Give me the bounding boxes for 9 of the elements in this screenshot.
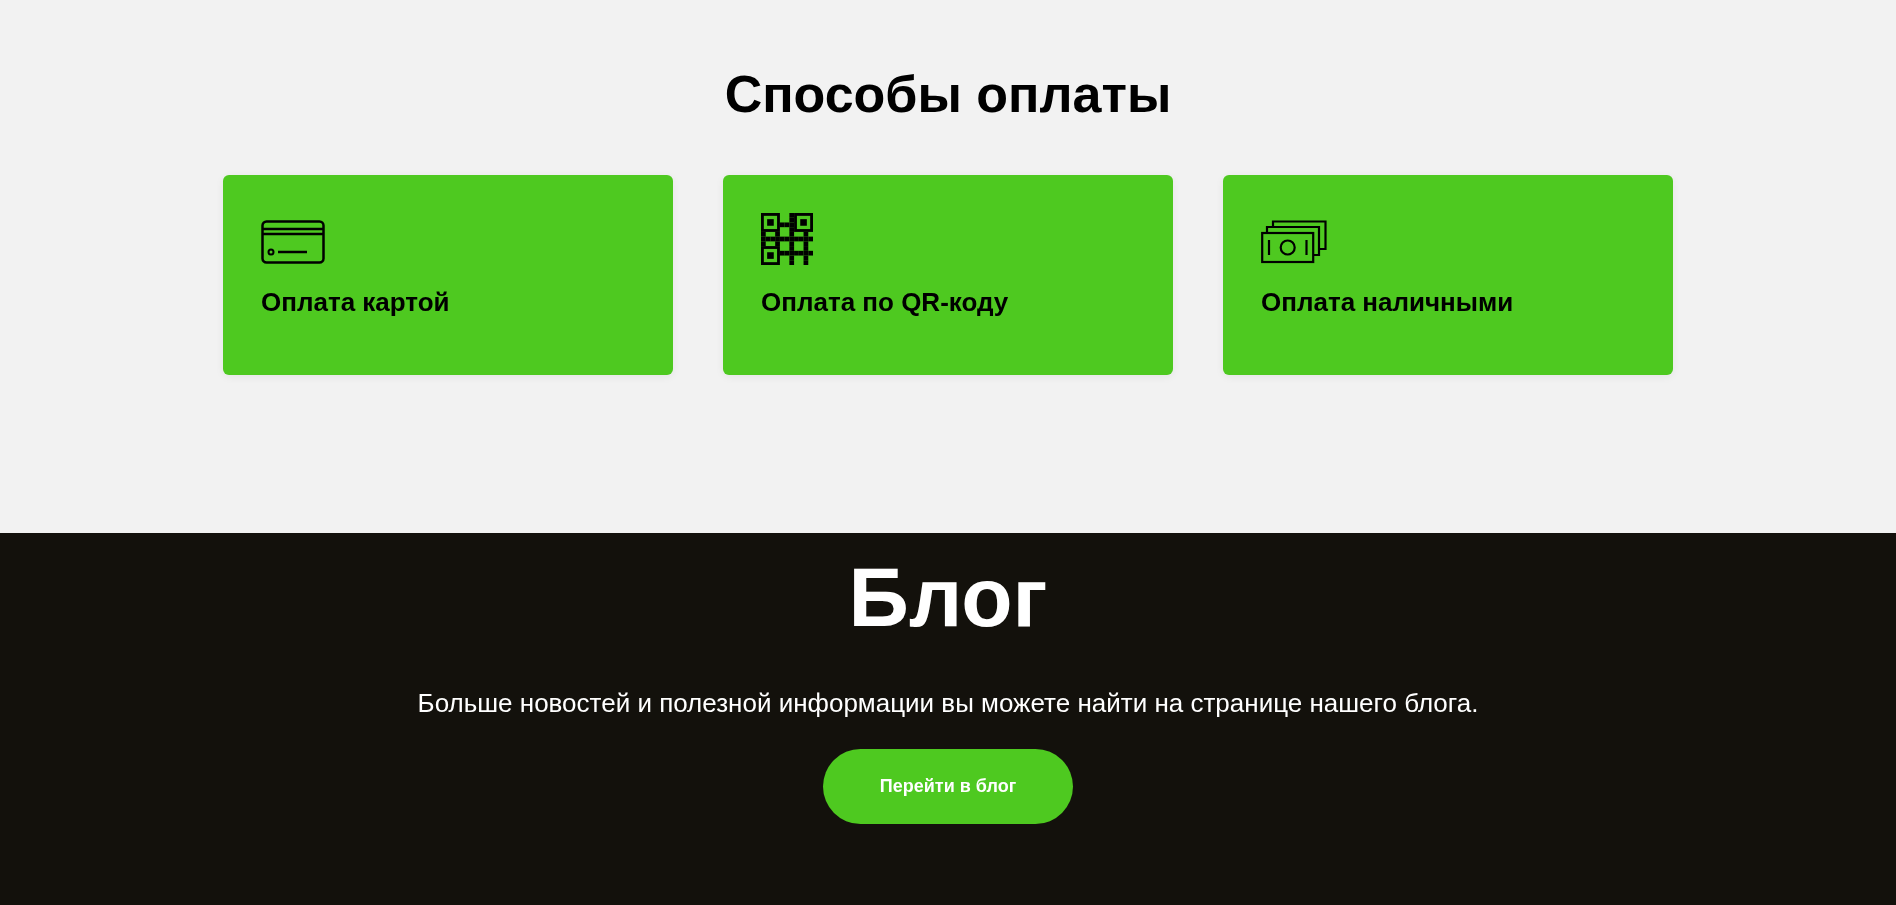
section-title: Способы оплаты (724, 64, 1172, 124)
payment-method-label: Оплата наличными (1261, 287, 1514, 318)
credit-card-icon (261, 217, 325, 267)
payment-method-label: Оплата картой (261, 287, 450, 318)
payment-method-label: Оплата по QR-коду (761, 287, 1009, 318)
go-to-blog-button[interactable]: Перейти в блог (823, 749, 1073, 824)
qr-code-icon (761, 211, 813, 267)
blog-description: Больше новостей и полезной информации вы можете найти на странице нашего блога. (416, 687, 1480, 720)
section-title: Блог (848, 549, 1048, 646)
